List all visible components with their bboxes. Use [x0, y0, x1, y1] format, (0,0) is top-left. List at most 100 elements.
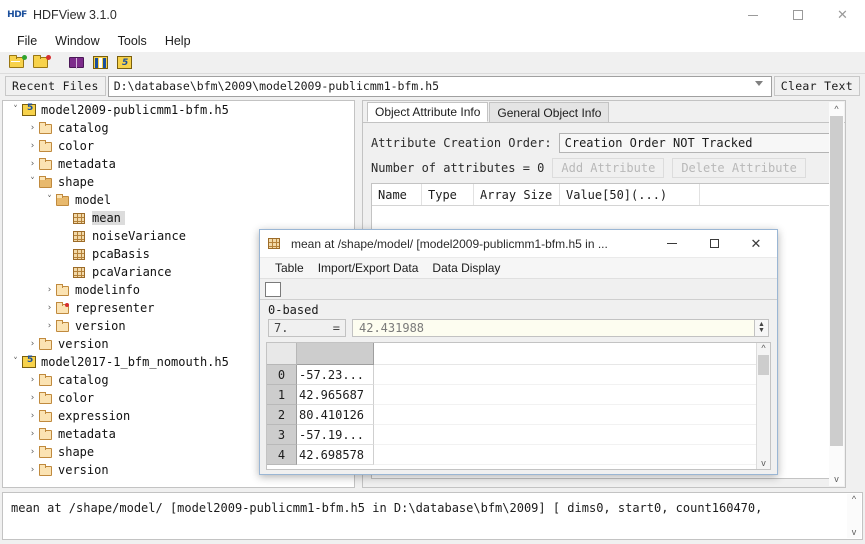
- info-panel-scrollbar[interactable]: ^ v: [829, 102, 844, 486]
- tree-item-model[interactable]: ˅ model: [3, 191, 354, 209]
- tree-item-label: model2017-1_bfm_nomouth.h5: [41, 355, 229, 369]
- stepper-down-icon[interactable]: ▼: [758, 327, 765, 334]
- scroll-down-icon[interactable]: v: [834, 472, 839, 486]
- tree-twisty-icon[interactable]: ›: [43, 285, 56, 295]
- grid-row-header[interactable]: 0: [267, 365, 297, 385]
- image-view-icon[interactable]: [90, 53, 112, 73]
- scrollbar-thumb[interactable]: [830, 116, 843, 446]
- minimize-icon[interactable]: [730, 0, 775, 30]
- dialog-minimize-icon[interactable]: [651, 230, 693, 258]
- grid-header-filler: [374, 343, 756, 365]
- cell-value-input[interactable]: 42.431988: [352, 319, 755, 337]
- tree-item-metadata[interactable]: › metadata: [3, 155, 354, 173]
- tree-twisty-icon[interactable]: ›: [26, 429, 39, 439]
- dialog-maximize-icon[interactable]: [693, 230, 735, 258]
- tree-twisty-icon[interactable]: ›: [26, 141, 39, 151]
- grid-cell-value[interactable]: 42.965687: [297, 385, 374, 405]
- folder-icon: [39, 121, 54, 135]
- tree-twisty-icon[interactable]: ›: [26, 411, 39, 421]
- tree-item-catalog[interactable]: › catalog: [3, 119, 354, 137]
- tree-item-label: modelinfo: [75, 283, 141, 297]
- hdfview-window: HDF HDFView 3.1.0 ✕ File Window Tools He…: [0, 0, 865, 544]
- column-header-type[interactable]: Type: [422, 184, 474, 205]
- maximize-icon[interactable]: [775, 0, 820, 30]
- data-grid-row[interactable]: 3 -57.19...: [267, 425, 756, 445]
- menu-item-window[interactable]: Window: [46, 32, 108, 50]
- scroll-up-icon[interactable]: ^: [834, 102, 838, 116]
- grid-row-header[interactable]: 3: [267, 425, 297, 445]
- cell-index-input[interactable]: 7. =: [268, 319, 346, 337]
- tree-twisty-icon[interactable]: ›: [26, 393, 39, 403]
- data-grid-scrollbar[interactable]: ^ v: [756, 343, 770, 469]
- tree-twisty-icon[interactable]: ˅: [26, 177, 39, 187]
- grid-scroll-up-icon[interactable]: ^: [761, 344, 765, 353]
- grid-row-header[interactable]: 1: [267, 385, 297, 405]
- clear-text-button[interactable]: Clear Text: [773, 76, 860, 96]
- grid-row-header[interactable]: 4: [267, 445, 297, 465]
- tree-twisty-icon[interactable]: ›: [43, 321, 56, 331]
- tab-object-attribute-info[interactable]: Object Attribute Info: [367, 102, 489, 122]
- data-grid-row[interactable]: 0 -57.23...: [267, 365, 756, 385]
- tree-item-model2009-publicmm1-bfm-h5[interactable]: ˅ model2009-publicmm1-bfm.h5: [3, 101, 354, 119]
- column-header-value[interactable]: Value[50](...): [560, 184, 700, 205]
- menu-item-file[interactable]: File: [8, 32, 46, 50]
- menu-item-tools[interactable]: Tools: [109, 32, 156, 50]
- open-file-icon[interactable]: [6, 53, 28, 73]
- recent-files-combo[interactable]: D:\database\bfm\2009\model2009-publicmm1…: [107, 75, 772, 97]
- dialog-window-controls: ✕: [651, 230, 777, 258]
- grid-corner-cell[interactable]: [267, 343, 297, 365]
- column-header-name[interactable]: Name: [372, 184, 422, 205]
- chart-icon[interactable]: [265, 281, 281, 297]
- status-scroll-up-icon[interactable]: ^: [852, 495, 856, 504]
- chevron-down-icon[interactable]: [754, 80, 763, 86]
- cell-value-stepper[interactable]: ▲ ▼: [755, 319, 769, 337]
- grid-scroll-down-icon[interactable]: v: [761, 459, 766, 468]
- tree-twisty-icon[interactable]: ›: [26, 465, 39, 475]
- close-icon[interactable]: ✕: [820, 0, 865, 30]
- open-book-icon[interactable]: [66, 53, 88, 73]
- grid-cell-value[interactable]: -57.23...: [297, 365, 374, 385]
- tree-item-mean[interactable]: mean: [3, 209, 354, 227]
- tree-item-shape[interactable]: ˅ shape: [3, 173, 354, 191]
- recent-files-button[interactable]: Recent Files: [5, 76, 106, 96]
- status-scrollbar[interactable]: ^ v: [847, 494, 861, 538]
- data-grid-row[interactable]: 2 80.410126: [267, 405, 756, 425]
- tree-twisty-icon[interactable]: ˅: [43, 195, 56, 205]
- grid-scrollbar-thumb[interactable]: [758, 355, 769, 375]
- grid-row-header[interactable]: 2: [267, 405, 297, 425]
- data-grid[interactable]: 0 -57.23... 1 42.965687 2 80.410126 3 -57.19...…: [266, 342, 771, 470]
- tree-item-label: mean: [92, 211, 125, 225]
- tree-twisty-icon[interactable]: ›: [26, 123, 39, 133]
- grid-cell-value[interactable]: 80.410126: [297, 405, 374, 425]
- tree-twisty-icon[interactable]: ›: [26, 375, 39, 385]
- tab-general-object-info[interactable]: General Object Info: [489, 102, 610, 122]
- tree-twisty-icon[interactable]: ›: [43, 303, 56, 313]
- tree-item-label: representer: [75, 301, 155, 315]
- delete-attribute-button[interactable]: Delete Attribute: [672, 158, 806, 178]
- tree-item-label: catalog: [58, 373, 109, 387]
- palette-view-icon[interactable]: 5: [114, 53, 136, 73]
- close-file-icon[interactable]: [30, 53, 52, 73]
- dialog-title: mean at /shape/model/ [model2009-publicm…: [291, 236, 608, 251]
- grid-cell-value[interactable]: -57.19...: [297, 425, 374, 445]
- column-header-array-size[interactable]: Array Size: [474, 184, 560, 205]
- dialog-menu-import-export[interactable]: Import/Export Data: [311, 261, 426, 275]
- dialog-close-icon[interactable]: ✕: [735, 230, 777, 258]
- tree-item-color[interactable]: › color: [3, 137, 354, 155]
- tree-twisty-icon[interactable]: ›: [26, 339, 39, 349]
- dialog-menu-data-display[interactable]: Data Display: [425, 261, 507, 275]
- tree-twisty-icon[interactable]: ˅: [9, 105, 22, 115]
- menu-item-help[interactable]: Help: [156, 32, 200, 50]
- window-controls: ✕: [730, 0, 865, 30]
- dialog-title-bar[interactable]: mean at /shape/model/ [model2009-publicm…: [260, 230, 777, 258]
- grid-column-header-0[interactable]: [297, 343, 374, 365]
- status-scroll-down-icon[interactable]: v: [852, 528, 857, 537]
- tree-twisty-icon[interactable]: ›: [26, 447, 39, 457]
- grid-cell-value[interactable]: 42.698578: [297, 445, 374, 465]
- add-attribute-button[interactable]: Add Attribute: [552, 158, 665, 178]
- tree-twisty-icon[interactable]: ˅: [9, 357, 22, 367]
- tree-twisty-icon[interactable]: ›: [26, 159, 39, 169]
- data-grid-row[interactable]: 4 42.698578: [267, 445, 756, 465]
- dialog-menu-table[interactable]: Table: [268, 261, 311, 275]
- data-grid-row[interactable]: 1 42.965687: [267, 385, 756, 405]
